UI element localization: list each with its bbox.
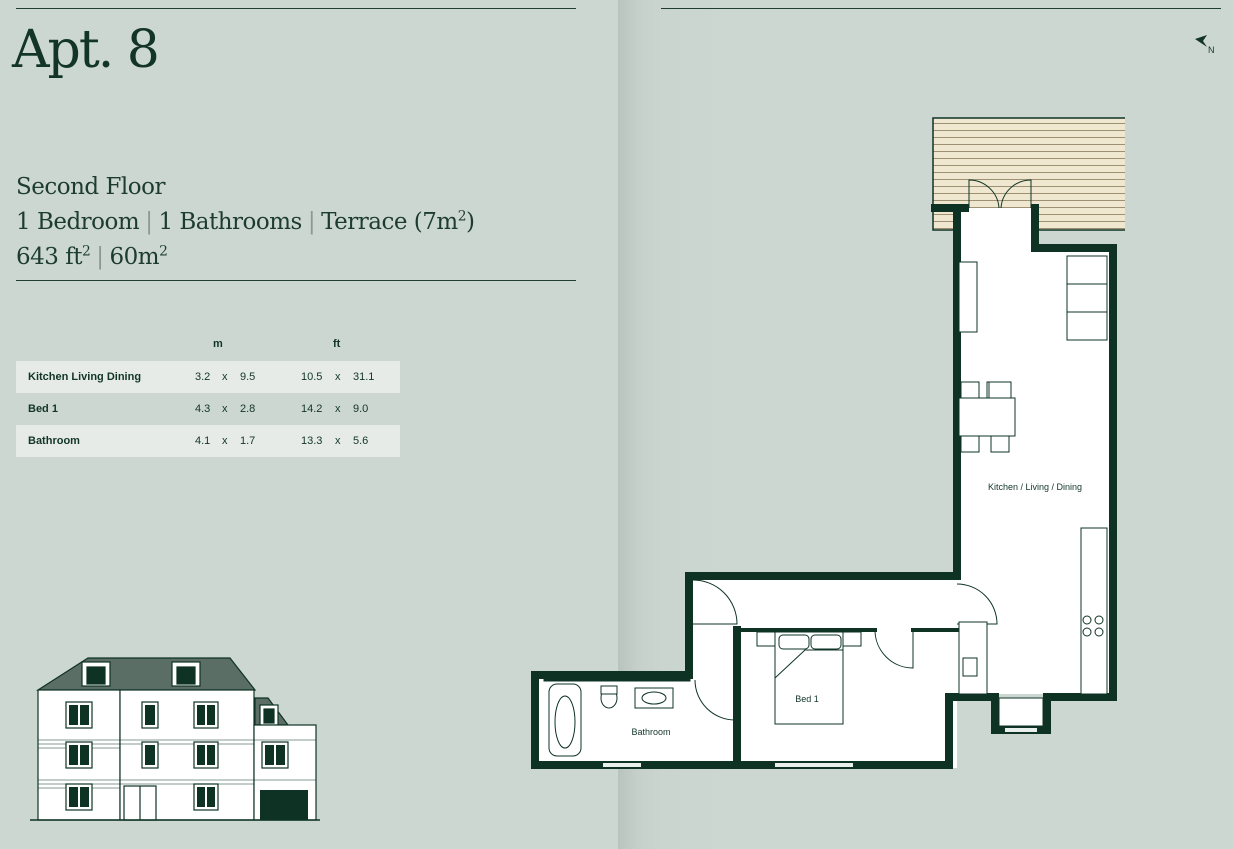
- svg-text:N: N: [1208, 45, 1215, 55]
- column-header-m: m: [213, 338, 223, 350]
- floor-plan: Kitchen / Living / Dining Bed 1 Bathroom: [531, 117, 1125, 769]
- floor-label: Second Floor: [16, 174, 165, 200]
- room-label-bathroom: Bathroom: [631, 727, 670, 737]
- table-row: Kitchen Living Dining 3.2 x 9.5 10.5 x 3…: [16, 361, 400, 393]
- column-header-ft: ft: [333, 338, 341, 350]
- bedroom-count: 1 Bedroom: [16, 209, 140, 235]
- room-label-bed: Bed 1: [795, 694, 819, 704]
- terrace-size: Terrace (7m2): [321, 208, 475, 235]
- top-rule-right: [661, 8, 1221, 9]
- area-m: 60m2: [109, 243, 168, 270]
- table-row: Bed 1 4.3 x 2.8 14.2 x 9.0: [28, 403, 369, 415]
- area-summary: 643 ft2 | 60m2: [16, 243, 168, 270]
- bathroom-count: 1 Bathrooms: [158, 209, 302, 235]
- apartment-title: Apt. 8: [12, 20, 160, 80]
- info-divider: [16, 280, 576, 281]
- table-row: Bathroom 4.1 x 1.7 13.3 x 5.6: [16, 425, 400, 457]
- north-arrow-icon: N: [1195, 35, 1215, 55]
- area-ft: 643 ft2: [16, 243, 91, 270]
- building-elevation-illustration: [30, 657, 320, 821]
- room-label-kitchen: Kitchen / Living / Dining: [988, 482, 1082, 492]
- top-rule-left: [16, 8, 576, 9]
- rooms-summary: 1 Bedroom | 1 Bathrooms | Terrace (7m2): [16, 208, 475, 235]
